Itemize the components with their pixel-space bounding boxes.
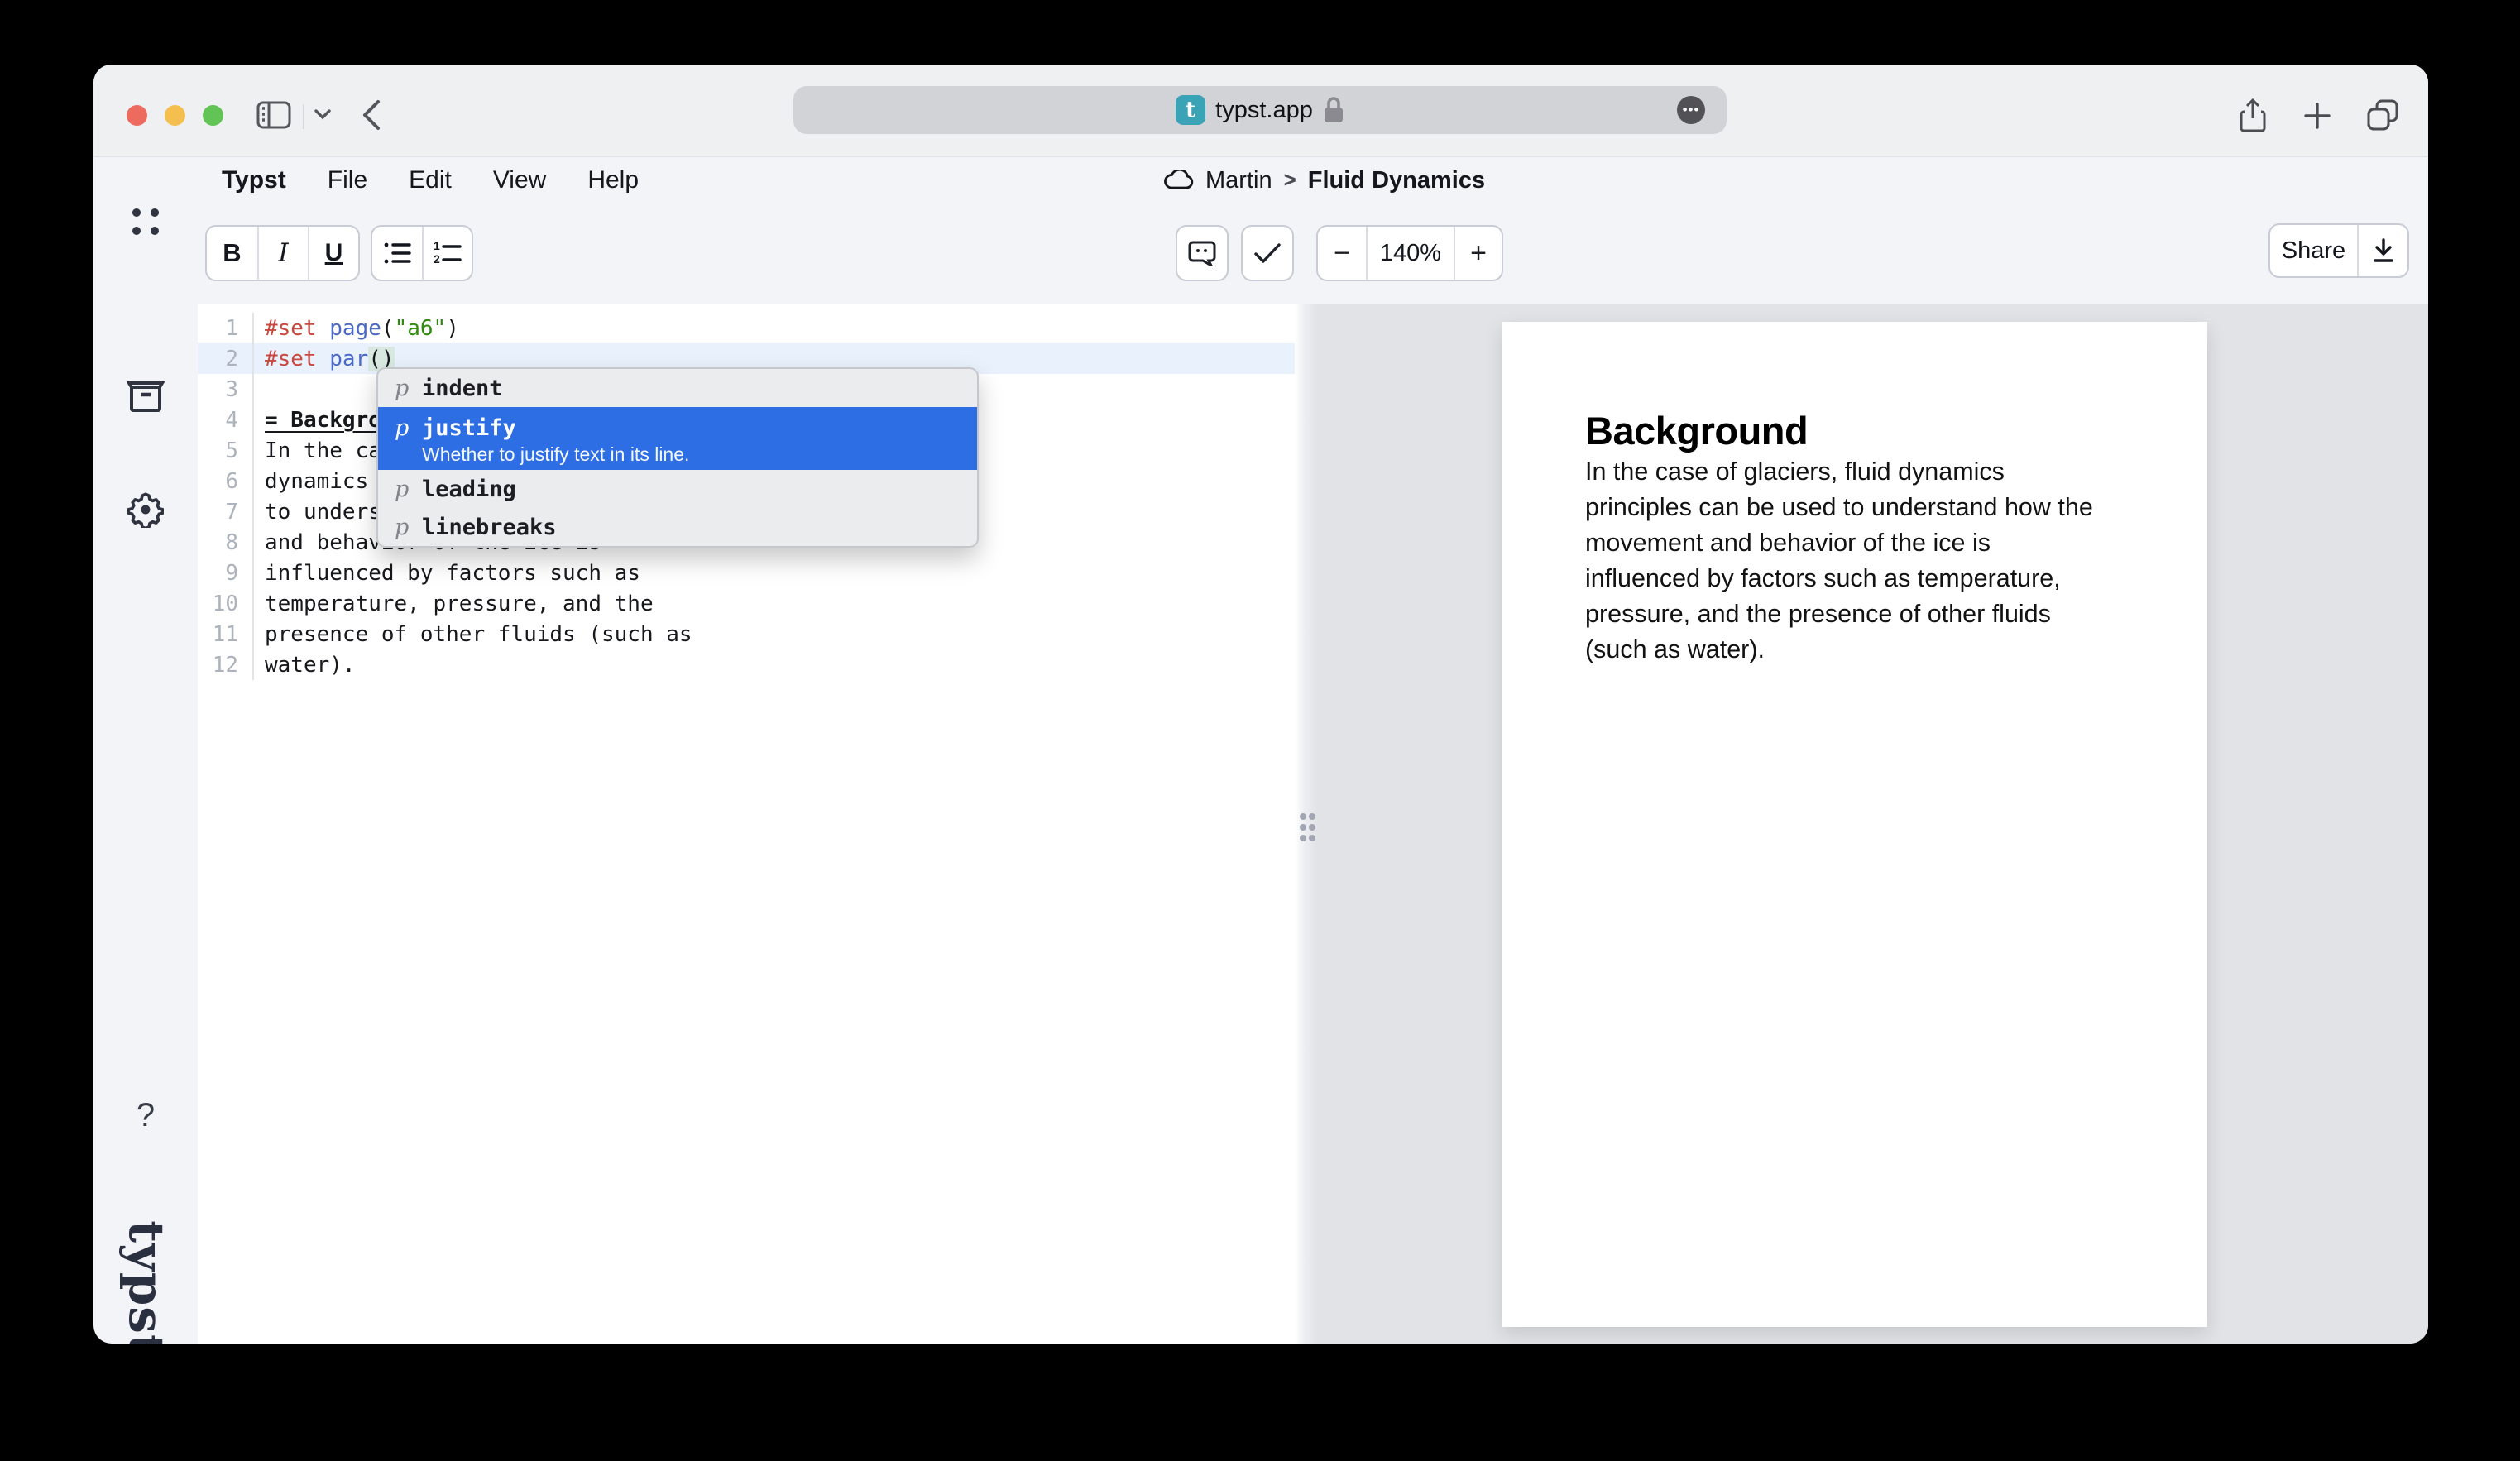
- autocomplete-item-leading[interactable]: pleading: [378, 470, 977, 508]
- typst-logo: typst: [118, 1214, 175, 1344]
- line-number: 12: [198, 649, 254, 680]
- line-number: 11: [198, 619, 254, 649]
- download-button[interactable]: [2357, 225, 2407, 276]
- svg-text:2: 2: [434, 252, 440, 266]
- line-number: 5: [198, 435, 254, 466]
- address-text: typst.app: [1215, 97, 1313, 124]
- new-tab-icon[interactable]: [2304, 103, 2331, 129]
- line-number: 8: [198, 527, 254, 558]
- code-text: water).: [254, 653, 356, 678]
- zoom-out-button[interactable]: −: [1318, 227, 1366, 280]
- menu-file[interactable]: File: [328, 166, 367, 194]
- list-style-group: 1 2: [371, 225, 473, 281]
- svg-text:1: 1: [434, 241, 440, 252]
- window-controls: [127, 105, 223, 126]
- autocomplete-item-linebreaks[interactable]: plinebreaks: [378, 508, 977, 546]
- text-style-group: B I U: [205, 225, 360, 281]
- chevron-down-icon[interactable]: [314, 108, 332, 120]
- preview-paragraph: In the case of glaciers, fluid dynamicsp…: [1585, 454, 2148, 668]
- lock-icon: [1323, 96, 1344, 124]
- line-number: 4: [198, 405, 254, 435]
- bold-button[interactable]: B: [207, 227, 257, 280]
- code-line-9[interactable]: 9influenced by factors such as: [198, 558, 1295, 588]
- code-text: presence of other fluids (such as: [254, 622, 692, 647]
- breadcrumb-workspace[interactable]: Martin: [1205, 167, 1272, 194]
- address-bar[interactable]: t typst.app •••: [793, 86, 1727, 134]
- document-page: Background In the case of glaciers, flui…: [1502, 322, 2207, 1327]
- sidebar-toggle-icon[interactable]: [256, 101, 291, 129]
- share-safari-icon[interactable]: [2240, 98, 2266, 133]
- zoom-in-button[interactable]: +: [1454, 227, 1502, 280]
- menu-view[interactable]: View: [493, 166, 546, 194]
- back-icon[interactable]: [362, 99, 381, 131]
- archive-box-icon[interactable]: [93, 381, 198, 415]
- code-text: temperature, pressure, and the: [254, 592, 654, 616]
- cloud-icon: [1164, 170, 1194, 191]
- minimize-window-button[interactable]: [165, 105, 185, 126]
- autocomplete-item-indent[interactable]: pindent: [378, 369, 977, 407]
- resize-handle-icon[interactable]: [1298, 811, 1316, 844]
- compile-status-button[interactable]: [1241, 225, 1294, 281]
- share-group: Share: [2268, 223, 2409, 278]
- apps-grid-icon[interactable]: [93, 204, 198, 240]
- comment-icon: [1188, 240, 1216, 266]
- zoom-controls: − 140% +: [1316, 225, 1503, 281]
- zoom-level: 140%: [1366, 227, 1454, 280]
- autocomplete-description: Whether to justify text in its line.: [422, 443, 977, 465]
- line-number: 6: [198, 466, 254, 496]
- code-line-12[interactable]: 12water).: [198, 649, 1295, 680]
- breadcrumb-separator: >: [1284, 167, 1296, 193]
- help-icon[interactable]: ?: [93, 1097, 198, 1134]
- line-number: 9: [198, 558, 254, 588]
- line-number: 10: [198, 588, 254, 619]
- line-number: 1: [198, 313, 254, 343]
- preview-pane: Background In the case of glaciers, flui…: [1317, 304, 2428, 1344]
- menu-help[interactable]: Help: [587, 166, 639, 194]
- maximize-window-button[interactable]: [203, 105, 223, 126]
- bullet-list-icon[interactable]: [372, 227, 422, 280]
- numbered-list-icon[interactable]: 1 2: [422, 227, 472, 280]
- code-text: #set par(): [254, 347, 395, 371]
- code-line-10[interactable]: 10temperature, pressure, and the: [198, 588, 1295, 619]
- line-number: 2: [198, 343, 254, 374]
- code-line-1[interactable]: 1#set page("a6"): [198, 313, 1295, 343]
- line-number: 7: [198, 496, 254, 527]
- browser-toolbar: t typst.app •••: [93, 65, 2428, 157]
- underline-button[interactable]: U: [308, 227, 358, 280]
- close-window-button[interactable]: [127, 105, 147, 126]
- menu-edit[interactable]: Edit: [409, 166, 452, 194]
- italic-button[interactable]: I: [257, 227, 308, 280]
- code-text: influenced by factors such as: [254, 561, 640, 586]
- check-icon: [1253, 242, 1282, 265]
- app-menu-bar: Typst File Edit View Help: [222, 162, 639, 199]
- toolbar-divider: [303, 104, 304, 129]
- breadcrumb-document: Fluid Dynamics: [1308, 167, 1485, 194]
- share-button[interactable]: Share: [2270, 225, 2357, 276]
- comment-button[interactable]: [1176, 225, 1229, 281]
- breadcrumb: Martin > Fluid Dynamics: [1164, 162, 1485, 199]
- page-settings-icon[interactable]: •••: [1677, 96, 1705, 124]
- autocomplete-dropdown: pindentpjustifyWhether to justify text i…: [376, 367, 979, 548]
- download-icon: [2372, 238, 2395, 263]
- menu-typst[interactable]: Typst: [222, 166, 286, 194]
- browser-window: t typst.app •••: [93, 65, 2428, 1344]
- preview-heading: Background: [1585, 408, 1808, 453]
- code-line-11[interactable]: 11presence of other fluids (such as: [198, 619, 1295, 649]
- line-number: 3: [198, 374, 254, 405]
- gear-icon[interactable]: [93, 491, 198, 528]
- code-text: #set page("a6"): [254, 316, 459, 341]
- site-favicon: t: [1176, 95, 1205, 125]
- autocomplete-item-justify[interactable]: pjustifyWhether to justify text in its l…: [378, 407, 977, 470]
- tab-overview-icon[interactable]: [2367, 99, 2398, 131]
